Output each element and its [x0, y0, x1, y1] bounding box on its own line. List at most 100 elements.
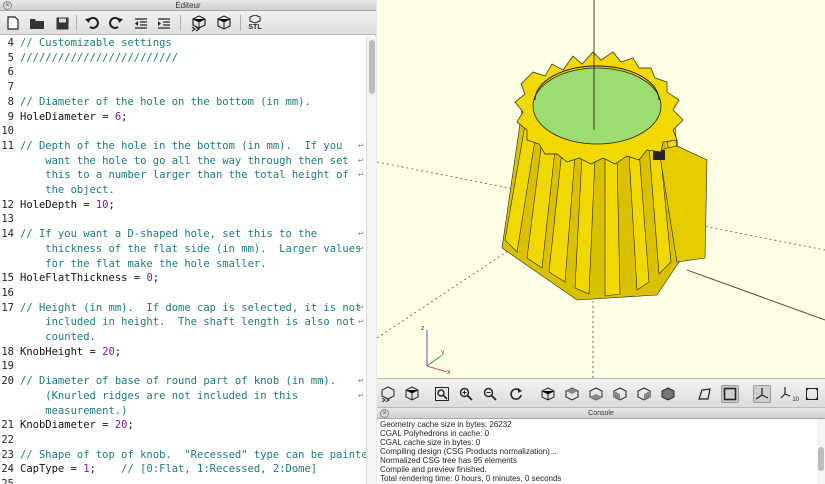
editor-scrollbar-thumb[interactable] [369, 40, 375, 94]
line-wrap-icon: ↩ [358, 229, 364, 240]
code-line[interactable]: the object. [0, 183, 366, 198]
console-line: Normalized CSG tree has 95 elements [380, 456, 517, 465]
perspective-button[interactable] [695, 385, 713, 403]
view-front-button[interactable] [635, 385, 653, 403]
solid-axis [686, 269, 825, 321]
code-line[interactable]: 12 HoleDepth = 10; [0, 198, 366, 213]
code-line[interactable]: 7 [0, 80, 366, 95]
view-right-button[interactable] [539, 385, 557, 403]
code-line[interactable]: 9 HoleDiameter = 6; [0, 110, 366, 125]
code-line[interactable]: for the flat make the hole smaller. [0, 257, 366, 272]
view-bottom-button[interactable] [587, 385, 605, 403]
code-line[interactable]: thickness of the flat side (in mm). Larg… [0, 242, 366, 257]
preview-cube-icon [381, 386, 395, 402]
folder-icon [30, 18, 44, 29]
code-line[interactable]: 22 [0, 433, 366, 448]
open-file-button[interactable] [28, 14, 46, 32]
orthogonal-button[interactable] [721, 385, 739, 403]
console-close-button[interactable]: × [380, 409, 389, 418]
3d-viewport[interactable]: z y x [377, 0, 825, 378]
view-back-button[interactable] [659, 385, 677, 403]
code-line[interactable]: 11 // Depth of the hole in the bottom (in… [0, 139, 366, 154]
preview-view-button[interactable] [379, 385, 397, 403]
line-number: 23 [1, 448, 14, 461]
code-line[interactable]: 16 [0, 286, 366, 301]
toolbar-separator [76, 15, 77, 31]
code-text: this to a number larger than the total h… [20, 168, 348, 183]
line-number: 25 [1, 478, 14, 484]
code-text: HoleDiameter = 6; [20, 110, 127, 125]
show-axes-button[interactable] [753, 385, 771, 403]
code-line[interactable]: 23 // Shape of top of knob. "Recessed" ty… [0, 448, 366, 463]
code-line[interactable]: included in height. The shaft length is … [0, 315, 366, 330]
new-file-icon [7, 16, 19, 30]
code-line[interactable]: 21 KnobDiameter = 20; [0, 418, 366, 433]
code-line[interactable]: measurement.) [0, 404, 366, 419]
render-view-button[interactable] [403, 385, 421, 403]
edges-icon [805, 387, 819, 401]
code-text: // Customizable settings [20, 36, 172, 51]
code-line[interactable]: 15 HoleFlatThickness = 0; [0, 271, 366, 286]
render-button[interactable] [214, 14, 234, 32]
toolbar-separator [240, 15, 241, 31]
reset-view-icon [510, 388, 522, 400]
unindent-button[interactable] [133, 14, 149, 32]
code-line[interactable]: (Knurled ridges are not included in this… [0, 389, 366, 404]
code-line[interactable]: 4 // Customizable settings [0, 36, 366, 51]
line-number: 14 [1, 228, 14, 241]
undo-button[interactable] [84, 14, 100, 32]
code-line[interactable]: 5 ///////////////////////// [0, 51, 366, 66]
preview-button[interactable] [189, 14, 209, 32]
line-number: 24 [1, 463, 14, 476]
code-comment: for the flat make the hole smaller. [20, 257, 267, 270]
code-line[interactable]: 13 [0, 212, 366, 227]
console-line: Compiling design (CSG Products normaliza… [380, 447, 557, 456]
code-line[interactable]: 6 [0, 65, 366, 80]
save-file-button[interactable] [54, 14, 70, 32]
code-token: KnobDiameter = [20, 419, 115, 432]
line-number: 10 [1, 125, 14, 138]
code-line[interactable]: this to a number larger than the total h… [0, 168, 366, 183]
line-number: 21 [1, 419, 14, 432]
code-line[interactable]: 8 // Diameter of the hole on the bottom (… [0, 95, 366, 110]
indent-button[interactable] [156, 14, 172, 32]
editor-scrollbar[interactable] [366, 36, 376, 484]
code-line[interactable]: 25 [0, 477, 366, 484]
console-scrollbar-thumb[interactable] [818, 447, 824, 471]
code-text: // Height (in mm). If dome cap is select… [20, 301, 361, 316]
code-line[interactable]: 19 [0, 359, 366, 374]
code-text: want the hole to go all the way through … [20, 154, 348, 169]
view-all-button[interactable] [433, 385, 451, 403]
console-line: Compile and preview finished. [380, 465, 487, 474]
code-line[interactable]: want the hole to go all the way through … [0, 154, 366, 169]
code-token: ; [108, 198, 115, 211]
code-editor[interactable]: 4 // Customizable settings 5 //////////////… [0, 36, 366, 484]
stl-label: STL [248, 23, 262, 31]
view-top-button[interactable] [563, 385, 581, 403]
export-stl-button[interactable]: STL [245, 14, 265, 32]
cube-view-icon [541, 387, 555, 401]
zoom-out-button[interactable] [481, 385, 499, 403]
zoom-in-button[interactable] [457, 385, 475, 403]
code-text: counted. [20, 330, 96, 345]
show-edges-button[interactable] [803, 385, 821, 403]
redo-button[interactable] [108, 14, 124, 32]
code-comment: // Shape of top of knob. "Recessed" type… [20, 448, 366, 461]
code-line[interactable]: 10 [0, 124, 366, 139]
code-line[interactable]: 14 // If you want a D-shaped hole, set th… [0, 227, 366, 242]
line-number: 13 [1, 213, 14, 226]
show-scale-button[interactable]: 10 [779, 385, 799, 403]
view-left-button[interactable] [611, 385, 629, 403]
code-line[interactable]: 20 // Diameter of base of round part of k… [0, 374, 366, 389]
editor-close-button[interactable]: × [3, 1, 12, 10]
code-line[interactable]: counted. [0, 330, 366, 345]
console-scrollbar[interactable] [817, 419, 825, 484]
code-line[interactable]: 17 // Height (in mm). If dome cap is sele… [0, 301, 366, 316]
preview-cube-icon [191, 15, 206, 32]
code-line[interactable]: 24 CapType = 1; // [0:Flat, 1:Recessed, 2… [0, 462, 366, 477]
reset-view-button[interactable] [507, 385, 525, 403]
orthogonal-icon [723, 387, 737, 401]
new-file-button[interactable] [5, 14, 21, 32]
code-line[interactable]: 18 KnobHeight = 20; [0, 345, 366, 360]
line-number: 15 [1, 272, 14, 285]
